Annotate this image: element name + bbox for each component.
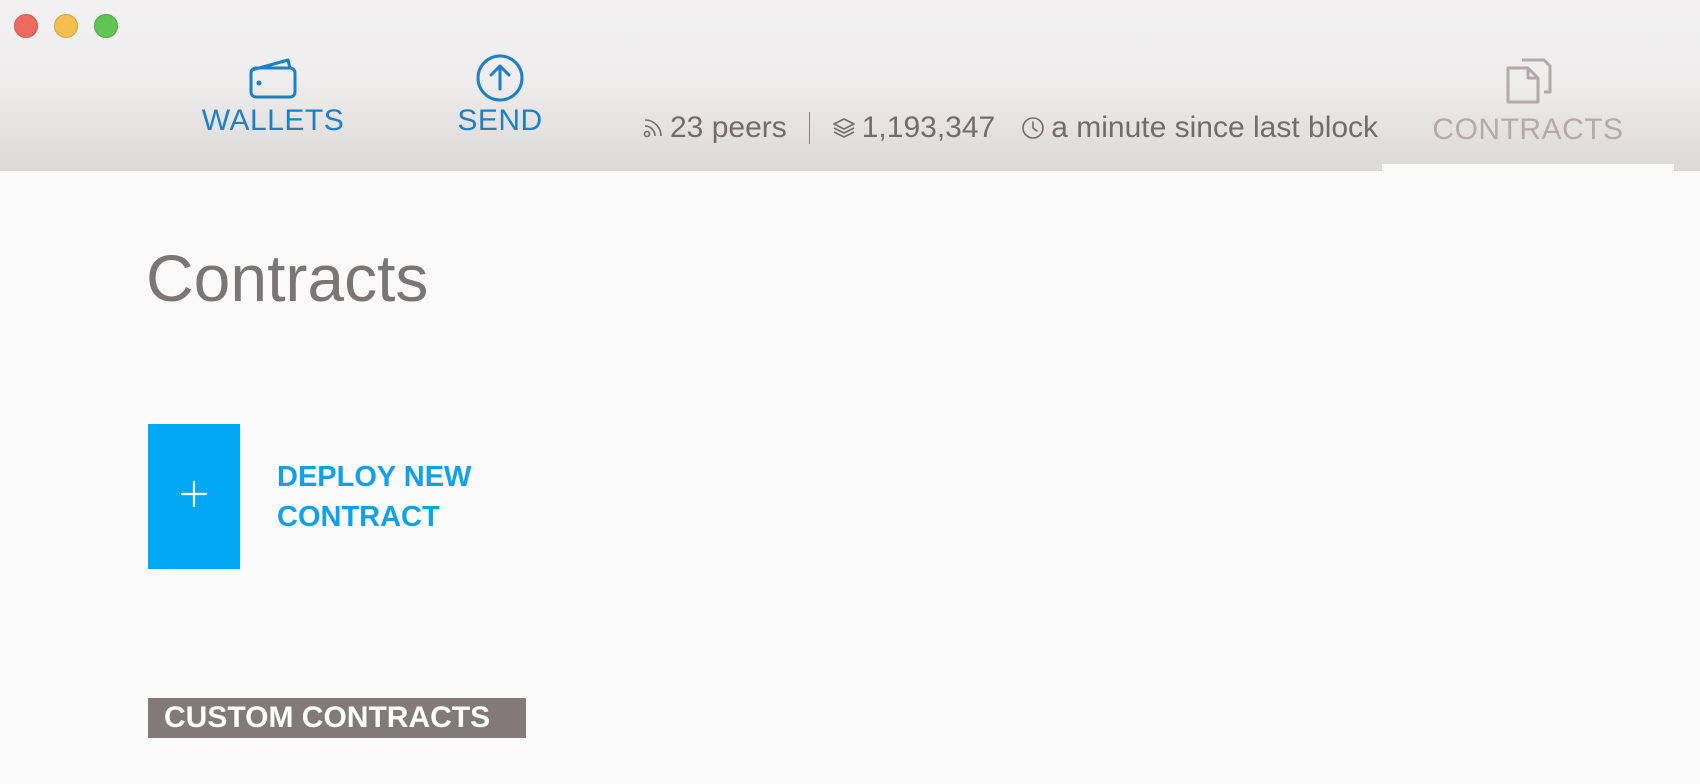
window-close-button[interactable]	[14, 14, 38, 38]
last-block-time: a minute since last block	[1051, 111, 1379, 144]
nav-contracts[interactable]: CONTRACTS	[1382, 0, 1674, 171]
nav-send[interactable]: SEND	[455, 54, 545, 138]
deploy-plus-tile[interactable]	[148, 424, 240, 569]
nav-send-label: SEND	[457, 104, 543, 137]
signal-icon	[642, 117, 664, 139]
documents-icon	[1502, 56, 1554, 109]
window-minimize-button[interactable]	[54, 14, 78, 38]
wallet-icon	[248, 56, 298, 100]
block-number: 1,193,347	[861, 111, 996, 144]
arrow-up-circle-icon	[475, 54, 525, 103]
layers-icon	[832, 116, 856, 140]
peers-count: 23 peers	[670, 111, 787, 144]
active-tab-indicator	[1382, 164, 1674, 171]
window-titlebar: WALLETS SEND 23 peers 1,193,347 a minute…	[0, 0, 1700, 171]
status-divider	[808, 112, 810, 144]
clock-icon	[1021, 116, 1045, 140]
deploy-label[interactable]: DEPLOY NEW CONTRACT	[277, 457, 497, 537]
deploy-label-line1: DEPLOY NEW	[277, 460, 472, 493]
custom-contracts-heading: CUSTOM CONTRACTS	[148, 698, 526, 738]
deploy-new-contract-button[interactable]: DEPLOY NEW CONTRACT	[148, 424, 497, 569]
plus-icon	[180, 480, 208, 513]
nav-wallets-label: WALLETS	[201, 104, 345, 137]
network-status: 23 peers 1,193,347 a minute since last b…	[642, 108, 1378, 148]
nav-contracts-label: CONTRACTS	[1432, 113, 1624, 146]
page-title: Contracts	[146, 241, 429, 315]
window-maximize-button[interactable]	[94, 14, 118, 38]
nav-wallets[interactable]: WALLETS	[202, 56, 344, 138]
deploy-label-line2: CONTRACT	[277, 500, 440, 533]
